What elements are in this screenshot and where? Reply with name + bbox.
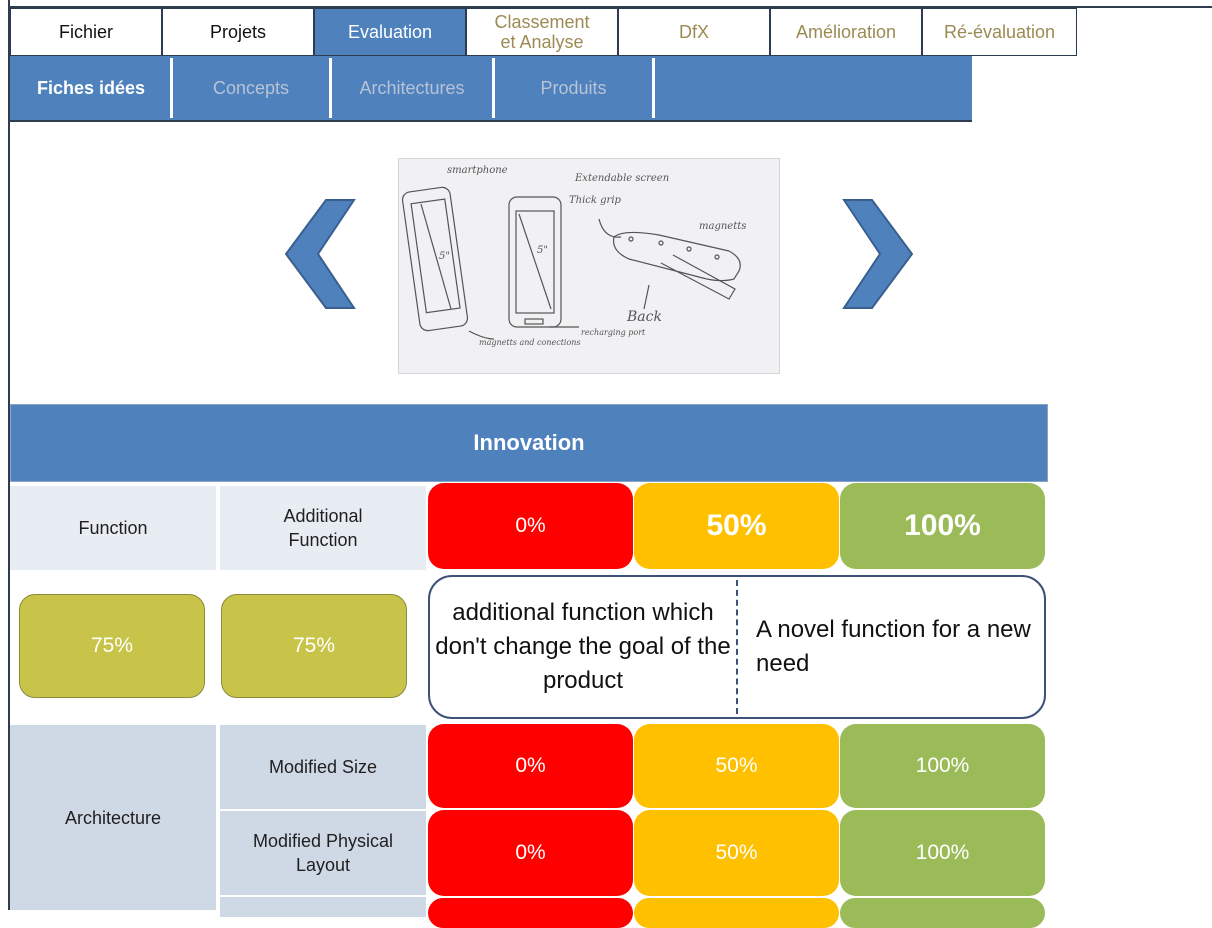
tab-fichier[interactable]: Fichier: [10, 8, 162, 56]
sketch-note: 5": [537, 245, 548, 256]
layout-scale-100[interactable]: 100%: [840, 810, 1045, 896]
tab-amelioration[interactable]: Amélioration: [770, 8, 922, 56]
layout-scale-0[interactable]: 0%: [428, 810, 633, 896]
sketch-note: Thick grip: [569, 195, 622, 206]
sketch-note: 5": [439, 251, 450, 262]
layout-scale-50[interactable]: 50%: [634, 810, 839, 896]
next-row-scale-50[interactable]: [634, 898, 839, 928]
subtab-produits[interactable]: Produits: [495, 56, 652, 120]
sketch-note: Extendable screen: [574, 173, 669, 184]
sketch-note: magnetts: [699, 221, 746, 232]
subtab-concepts[interactable]: Concepts: [173, 56, 329, 120]
next-row-scale-100[interactable]: [840, 898, 1045, 928]
submenu-divider: [652, 58, 655, 118]
additional-function-label: Additional Function: [220, 486, 426, 570]
tab-evaluation[interactable]: Evaluation: [314, 8, 466, 56]
function-scale-50[interactable]: 50%: [634, 483, 839, 569]
scale-description-high: A novel function for a new need: [756, 616, 1031, 677]
submenu-bottom-border: [10, 120, 972, 122]
function-scale-0[interactable]: 0%: [428, 483, 633, 569]
sketch-note: smartphone: [447, 165, 508, 176]
size-scale-100[interactable]: 100%: [840, 724, 1045, 808]
size-scale-0[interactable]: 0%: [428, 724, 633, 808]
sketch-note: magnetts and conections: [479, 338, 581, 347]
innovation-header: Innovation: [10, 404, 1048, 482]
modified-size-label: Modified Size: [220, 725, 426, 809]
next-row-scale-0[interactable]: [428, 898, 633, 928]
additional-function-score-badge: 75%: [221, 594, 407, 698]
scale-description-low: additional function which don't change t…: [435, 599, 731, 694]
chevron-left-icon[interactable]: [284, 198, 356, 310]
tab-classement-analyse[interactable]: Classement et Analyse: [466, 8, 618, 56]
size-scale-50[interactable]: 50%: [634, 724, 839, 808]
scale-description-divider: [736, 580, 738, 714]
chevron-right-icon[interactable]: [842, 198, 914, 310]
modified-layout-label: Modified Physical Layout: [220, 811, 426, 895]
function-scale-100[interactable]: 100%: [840, 483, 1045, 569]
subtab-architectures[interactable]: Architectures: [332, 56, 492, 120]
sketch-note: recharging port: [581, 328, 646, 337]
tab-projets[interactable]: Projets: [162, 8, 314, 56]
tab-dfx[interactable]: DfX: [618, 8, 770, 56]
sketch-note: Back: [626, 309, 662, 325]
architecture-label: Architecture: [10, 725, 216, 910]
phone-sketch-drawing: smartphone Extendable screen Thick grip …: [401, 165, 746, 347]
subtab-fiches-idees[interactable]: Fiches idées: [12, 56, 170, 120]
function-score-badge: 75%: [19, 594, 205, 698]
function-label: Function: [10, 486, 216, 570]
architecture-next-row-label: [220, 897, 426, 917]
tab-reevaluation[interactable]: Ré-évaluation: [922, 8, 1077, 56]
idea-sketch-image: smartphone Extendable screen Thick grip …: [398, 158, 780, 374]
